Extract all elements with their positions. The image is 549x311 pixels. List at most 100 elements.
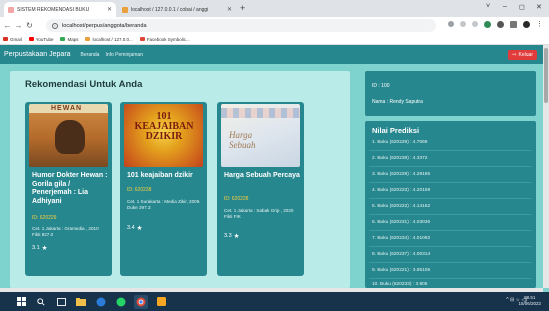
close-tab-icon[interactable]: ✕ [104, 6, 112, 13]
phpmyadmin-favicon-icon [122, 6, 128, 13]
book-publisher: Cet. 1 Jakarta : Gramedia , 2010 Fikti 8… [32, 226, 99, 237]
scrollbar-thumb[interactable] [544, 48, 548, 103]
nav-info-peminjaman[interactable]: Info Peminjaman [105, 52, 143, 58]
nav-beranda[interactable]: Beranda [81, 52, 100, 58]
star-icon: ★ [41, 245, 48, 252]
edge-browser-icon[interactable] [94, 295, 108, 309]
book-cover-image: HEWAN [29, 104, 108, 167]
book-publisher: Cet. 1 Jakarta : Sabak Grip , 2020 Fikti… [224, 208, 294, 219]
book-cover-image: 101 KEAJAIBAN DZIKIR [124, 104, 203, 167]
bookmark-youtube[interactable]: YouTube [28, 37, 53, 42]
tab-title: localhost / 127.0.0.1 / cobai / anggi [131, 6, 209, 13]
minimize-button[interactable]: – [503, 3, 507, 10]
share-icon[interactable] [460, 21, 466, 27]
maximize-button[interactable]: ◻ [519, 3, 525, 11]
book-rating: 3.4 ★ [127, 225, 143, 232]
extension-puzzle-icon[interactable] [497, 21, 504, 28]
url-text: localhost/perpus/anggota/beranda [62, 22, 147, 29]
bookmark-star-icon[interactable] [472, 21, 478, 27]
profile-avatar-icon[interactable] [523, 21, 530, 28]
star-icon: ★ [233, 233, 240, 240]
book-cover-image: Harga Sebuah [221, 104, 300, 167]
toolbar-icons: ⋮ [448, 21, 543, 28]
prediction-item: 3. Buku (620228) : 4.28185 [372, 172, 431, 177]
gorilla-illustration-icon [55, 120, 85, 154]
task-view-icon[interactable] [54, 295, 68, 309]
book-publisher: Cet. 1 Surakarta : Media Zikir, 2009. Du… [127, 199, 201, 210]
divider [369, 262, 532, 263]
book-card[interactable]: 101 KEAJAIBAN DZIKIR 101 keajaiban dziki… [120, 102, 207, 276]
windows-start-icon[interactable] [14, 295, 28, 309]
reload-icon[interactable]: ↻ [24, 21, 35, 30]
taskbar-clock[interactable]: 08.51 15/06/2022 [518, 295, 541, 307]
menu-kebab-icon[interactable]: ⋮ [536, 21, 543, 28]
logout-label: Keluar [518, 52, 533, 58]
prediction-box: Nilai Prediksi 1. Buku (620229) : 4.7069… [365, 121, 536, 288]
site-brand[interactable]: Perpustakaan Jepara [4, 51, 71, 58]
cover-title-text: Harga Sebuah [229, 130, 256, 150]
maps-icon [60, 37, 66, 41]
chrome-icon[interactable] [134, 294, 148, 309]
cover-title-text: 101 KEAJAIBAN DZIKIR [134, 111, 194, 142]
address-toolbar: ← → ↻ i localhost/perpus/anggota/beranda… [0, 17, 549, 34]
star-icon: ★ [136, 225, 143, 232]
book-id: ID: 620238 [127, 187, 152, 193]
sidebar-icon[interactable] [510, 21, 517, 28]
book-title: Humor Dokter Hewan : Gorila gila / Pener… [32, 172, 108, 205]
cover-title-text: HEWAN [51, 105, 83, 112]
user-id: ID : 100 [372, 83, 390, 89]
site-navbar: Perpustakaan Jepara Beranda Info Peminja… [0, 45, 543, 64]
book-card[interactable]: Harga Sebuah Harga Sebuah Percaya ID: 62… [217, 102, 304, 276]
divider [369, 278, 532, 279]
close-tab-icon[interactable]: ✕ [224, 6, 232, 13]
divider [369, 214, 532, 215]
divider [369, 166, 532, 167]
prediction-item: 4. Buku (620223) : 4.20159 [372, 188, 431, 193]
new-tab-button[interactable]: + [240, 4, 245, 13]
url-input[interactable]: i localhost/perpus/anggota/beranda [46, 19, 436, 32]
clock-date: 15/06/2022 [518, 301, 541, 306]
prediction-item: 5. Buku (620222) : 4.14152 [372, 204, 431, 209]
forward-arrow-icon[interactable]: → [13, 21, 24, 30]
bookmarks-bar: Gmail YouTube Maps localhost / 127.0.0..… [0, 34, 549, 45]
logout-icon: ⇨ [512, 52, 517, 58]
tab-title: SISTEM REKOMENDASI BUKU [17, 6, 90, 13]
section-title: Rekomendasi Untuk Anda [25, 79, 143, 90]
bookmark-gmail[interactable]: Gmail [3, 37, 22, 42]
book-id: ID: 620229 [32, 215, 57, 221]
bookmark-localhost[interactable]: localhost / 127.0.0... [85, 37, 133, 42]
close-window-button[interactable]: ✕ [536, 3, 542, 11]
book-title: Harga Sebuah Percaya [224, 172, 300, 179]
bookmark-maps[interactable]: Maps [60, 37, 78, 42]
book-rating: 3.3 ★ [224, 233, 240, 240]
prediction-item: 8. Buku (620237) : 4.00314 [372, 252, 431, 257]
browser-tab-bar: SISTEM REKOMENDASI BUKU ✕ localhost / 12… [0, 0, 549, 17]
book-title: 101 keajaiban dzikir [127, 172, 193, 179]
file-explorer-icon[interactable] [74, 295, 88, 309]
youtube-icon [28, 37, 34, 41]
logout-button[interactable]: ⇨ Keluar [508, 50, 537, 60]
tab-search-icon[interactable]: ˅ [486, 3, 490, 10]
sublime-text-icon[interactable] [154, 295, 168, 309]
site-info-icon[interactable]: i [52, 22, 58, 29]
vertical-scrollbar[interactable] [543, 45, 549, 288]
key-icon[interactable] [448, 21, 454, 27]
windows-taskbar: ^ ⊟ ☼ ◁) 08.51 15/06/2022 [0, 292, 549, 311]
prediction-item: 1. Buku (620229) : 4.7069 [372, 140, 428, 145]
tab-sistem-rekomendasi[interactable]: SISTEM REKOMENDASI BUKU ✕ [4, 2, 116, 17]
divider [369, 198, 532, 199]
book-card[interactable]: HEWAN Humor Dokter Hewan : Gorila gila /… [25, 102, 112, 276]
prediction-item: 10. Buku (620233) : 3.805 [372, 282, 428, 287]
tab-phpmyadmin[interactable]: localhost / 127.0.0.1 / cobai / anggi ✕ [118, 2, 236, 17]
facebook-icon [139, 37, 145, 41]
whatsapp-icon[interactable] [114, 295, 128, 309]
gmail-icon [3, 37, 8, 41]
back-arrow-icon[interactable]: ← [2, 21, 13, 30]
divider [369, 246, 532, 247]
bookmark-facebook[interactable]: Facebook Symbolic... [139, 37, 190, 42]
book-rating: 3.1 ★ [32, 245, 48, 252]
divider [369, 150, 532, 151]
prediction-item: 9. Buku (620221) : 3.95105 [372, 268, 431, 273]
extension-icon[interactable] [484, 21, 491, 28]
search-icon[interactable] [34, 295, 48, 309]
